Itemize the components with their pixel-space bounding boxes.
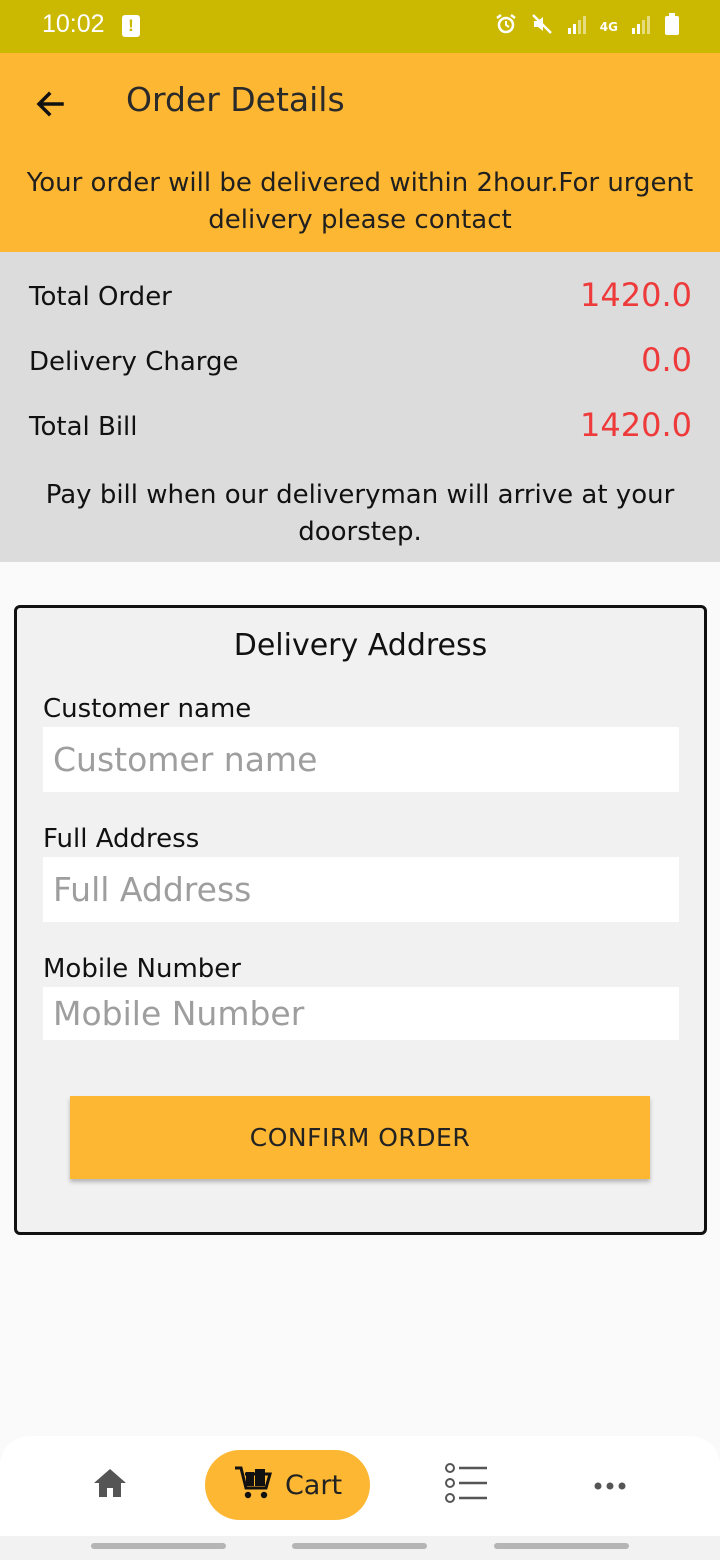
signal-icon xyxy=(630,13,652,40)
nav-cart[interactable]: Cart xyxy=(205,1450,370,1520)
delivery-charge-value: 0.0 xyxy=(641,341,692,379)
mute-icon xyxy=(530,12,554,41)
system-nav-bar xyxy=(0,1536,720,1560)
mobile-number-label: Mobile Number xyxy=(43,954,241,984)
alarm-icon xyxy=(494,12,518,41)
mobile-number-input[interactable] xyxy=(43,987,679,1040)
customer-name-input[interactable] xyxy=(43,727,679,792)
customer-name-label: Customer name xyxy=(43,694,252,724)
nav-more[interactable] xyxy=(580,1450,640,1520)
more-icon xyxy=(593,1476,627,1495)
warning-icon: ! xyxy=(122,15,140,37)
list-icon xyxy=(443,1460,489,1510)
total-order-value: 1420.0 xyxy=(580,276,692,314)
back-arrow-icon[interactable] xyxy=(30,84,70,124)
nav-orders[interactable] xyxy=(436,1450,496,1520)
home-icon xyxy=(92,1466,128,1504)
system-nav-handle[interactable] xyxy=(494,1543,629,1549)
bottom-nav: Cart xyxy=(0,1436,720,1536)
nav-home[interactable] xyxy=(80,1450,140,1520)
delivery-charge-label: Delivery Charge xyxy=(29,347,239,377)
delivery-address-title: Delivery Address xyxy=(233,628,488,663)
4g-icon: 4G xyxy=(599,19,618,34)
status-icons: 4G xyxy=(494,12,680,41)
system-nav-handle[interactable] xyxy=(292,1543,427,1549)
pay-note: Pay bill when our deliveryman will arriv… xyxy=(45,480,675,547)
total-bill-label: Total Bill xyxy=(29,412,138,442)
battery-icon xyxy=(664,12,680,41)
nav-cart-label: Cart xyxy=(284,1469,343,1501)
confirm-order-label: CONFIRM ORDER xyxy=(249,1123,471,1152)
total-order-label: Total Order xyxy=(29,282,172,312)
status-bar: 10:02 ! 4G xyxy=(0,0,720,53)
full-address-label: Full Address xyxy=(43,824,200,854)
cart-icon xyxy=(233,1464,273,1506)
system-nav-handle[interactable] xyxy=(91,1543,226,1549)
delivery-notice: Your order will be delivered within 2hou… xyxy=(26,168,694,235)
total-bill-value: 1420.0 xyxy=(580,406,692,444)
page-title: Order Details xyxy=(126,80,345,119)
signal-icon xyxy=(566,13,588,40)
status-time: 10:02 xyxy=(42,10,105,38)
confirm-order-button[interactable]: CONFIRM ORDER xyxy=(70,1096,650,1179)
delivery-address-card: Delivery Address Customer name Full Addr… xyxy=(14,605,707,1235)
full-address-input[interactable] xyxy=(43,857,679,922)
